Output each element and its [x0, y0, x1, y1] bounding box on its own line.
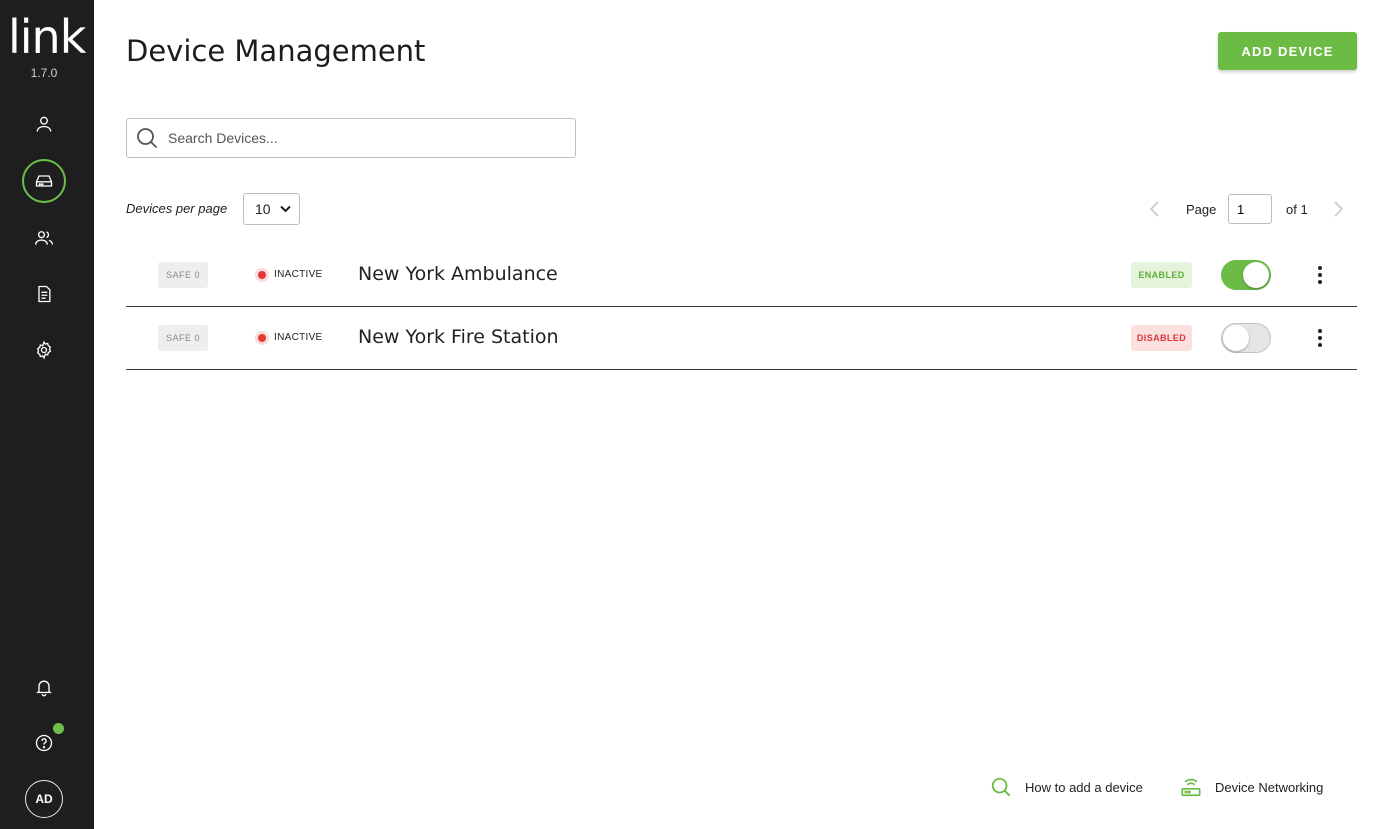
- status-text: INACTIVE: [274, 269, 323, 280]
- chevron-down-icon: [280, 205, 291, 213]
- user-icon: [36, 116, 52, 132]
- more-options-button[interactable]: [1310, 325, 1330, 351]
- document-icon: [38, 285, 51, 303]
- gear-icon: [36, 340, 52, 360]
- notifications-button[interactable]: [22, 665, 66, 709]
- sidebar: link 1.7.0 AD: [0, 0, 94, 829]
- toggle-knob: [1223, 325, 1249, 351]
- page-label: Page: [1186, 202, 1217, 217]
- sidebar-item-documents[interactable]: [22, 272, 66, 316]
- how-to-add-device-label: How to add a device: [1025, 779, 1143, 795]
- device-networking-link[interactable]: Device Networking: [1180, 776, 1323, 798]
- state-badge: ENABLED: [1131, 262, 1192, 288]
- kebab-dot: [1318, 329, 1322, 333]
- page-number-input[interactable]: [1228, 194, 1272, 224]
- groups-icon: [35, 231, 53, 245]
- search-input[interactable]: [168, 130, 548, 146]
- bell-icon: [36, 680, 52, 697]
- state-badge: DISABLED: [1131, 325, 1192, 351]
- device-enable-toggle[interactable]: [1221, 323, 1271, 353]
- device-row[interactable]: SAFE 0 INACTIVE New York Ambulance ENABL…: [126, 244, 1357, 307]
- kebab-dot: [1318, 280, 1322, 284]
- router-icon: [1181, 778, 1201, 797]
- help-notification-dot: [53, 723, 64, 734]
- sidebar-item-groups[interactable]: [22, 216, 66, 260]
- toggle-knob: [1243, 262, 1269, 288]
- previous-page-button[interactable]: [1146, 200, 1162, 218]
- how-to-add-device-link[interactable]: How to add a device: [990, 776, 1143, 798]
- kebab-dot: [1318, 266, 1322, 270]
- page-total: of 1: [1286, 202, 1308, 217]
- search-box[interactable]: [126, 118, 576, 158]
- status-text: INACTIVE: [274, 332, 323, 343]
- status-dot: [258, 271, 266, 279]
- device-enable-toggle[interactable]: [1221, 260, 1271, 290]
- kebab-dot: [1318, 336, 1322, 340]
- device-name[interactable]: New York Ambulance: [358, 263, 558, 285]
- avatar[interactable]: AD: [25, 780, 63, 818]
- safe-badge: SAFE 0: [158, 262, 208, 288]
- sidebar-item-users[interactable]: [22, 102, 66, 146]
- sidebar-item-settings[interactable]: [22, 328, 66, 372]
- sidebar-item-devices[interactable]: [22, 159, 66, 203]
- help-icon: [35, 734, 53, 752]
- status-dot: [258, 334, 266, 342]
- more-options-button[interactable]: [1310, 262, 1330, 288]
- next-page-button[interactable]: [1330, 200, 1346, 218]
- per-page-label: Devices per page: [126, 201, 228, 216]
- add-device-button[interactable]: ADD DEVICE: [1218, 32, 1357, 70]
- search-icon: [135, 126, 159, 150]
- device-name[interactable]: New York Fire Station: [358, 326, 559, 348]
- app-version: 1.7.0: [30, 66, 58, 80]
- search-icon: [991, 777, 1011, 797]
- app-logo[interactable]: link: [8, 14, 86, 60]
- kebab-dot: [1318, 343, 1322, 347]
- device-icon: [35, 175, 53, 187]
- device-row[interactable]: SAFE 0 INACTIVE New York Fire Station DI…: [126, 307, 1357, 370]
- per-page-select[interactable]: 10: [243, 193, 300, 225]
- device-networking-label: Device Networking: [1215, 779, 1324, 795]
- chevron-left-icon: [1149, 201, 1159, 217]
- page-title: Device Management: [126, 34, 426, 68]
- kebab-dot: [1318, 273, 1322, 277]
- per-page-value: 10: [255, 201, 271, 217]
- safe-badge: SAFE 0: [158, 325, 208, 351]
- chevron-right-icon: [1333, 201, 1343, 217]
